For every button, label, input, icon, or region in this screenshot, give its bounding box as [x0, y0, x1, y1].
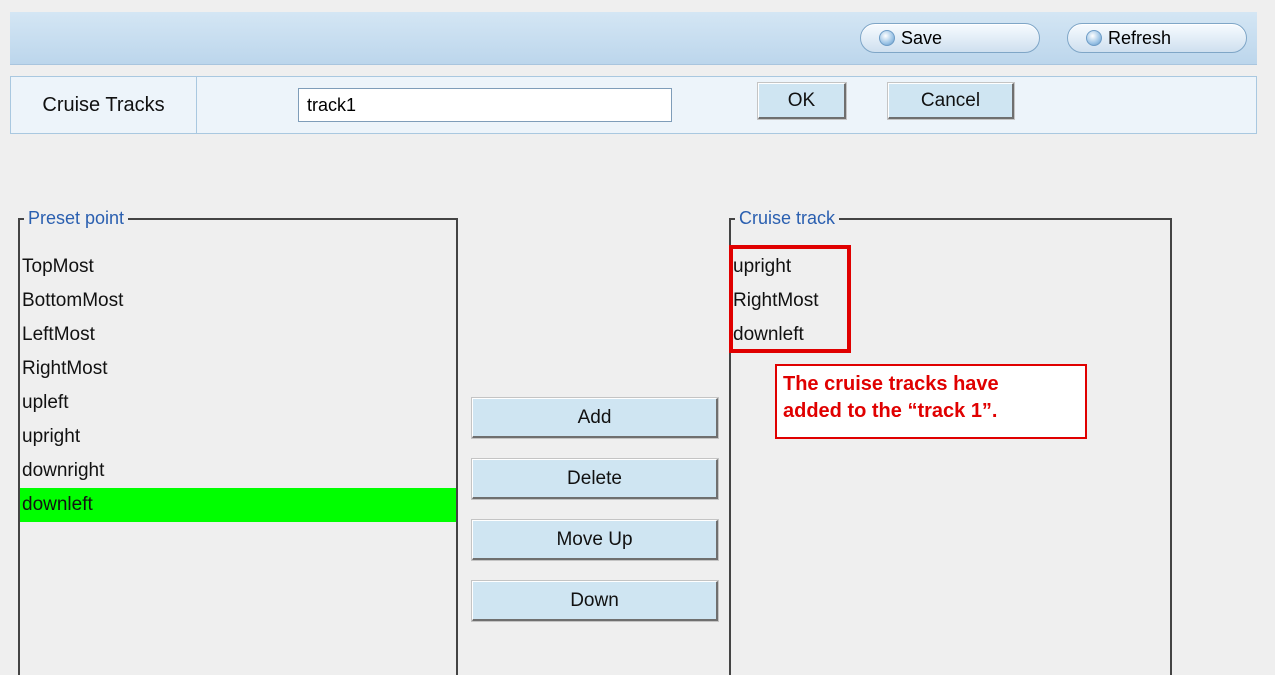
preset-point-panel: Preset point TopMost BottomMost LeftMost… — [18, 208, 458, 675]
annotation-callout: The cruise tracks have added to the “tra… — [775, 364, 1087, 439]
track-name-input[interactable] — [298, 88, 672, 122]
delete-button[interactable]: Delete — [471, 458, 719, 500]
annotation-line-2: added to the “track 1”. — [783, 400, 998, 422]
preset-item-rightmost[interactable]: RightMost — [20, 352, 456, 386]
refresh-button-label: Refresh — [1108, 27, 1172, 48]
cancel-button[interactable]: Cancel — [887, 82, 1015, 120]
preset-item-topmost[interactable]: TopMost — [20, 250, 456, 284]
move-up-button[interactable]: Move Up — [471, 519, 719, 561]
preset-point-legend: Preset point — [24, 208, 129, 228]
preset-item-downleft-selected[interactable]: downleft — [20, 488, 456, 522]
cruise-tracks-row: Cruise Tracks OK Cancel — [10, 76, 1257, 134]
preset-item-downright[interactable]: downright — [20, 454, 456, 488]
preset-point-list[interactable]: TopMost BottomMost LeftMost RightMost up… — [20, 250, 456, 522]
refresh-circle-icon — [1086, 30, 1102, 46]
save-button-label: Save — [901, 27, 943, 48]
refresh-button[interactable]: Refresh — [1067, 23, 1247, 53]
preset-item-upright[interactable]: upright — [20, 420, 456, 454]
cruise-items-highlight — [729, 245, 851, 353]
add-button[interactable]: Add — [471, 397, 719, 439]
top-toolbar: Save Refresh — [10, 12, 1257, 65]
save-circle-icon — [879, 30, 895, 46]
annotation-line-1: The cruise tracks have — [783, 373, 999, 395]
save-button[interactable]: Save — [860, 23, 1040, 53]
cruise-track-legend: Cruise track — [735, 208, 840, 228]
preset-item-upleft[interactable]: upleft — [20, 386, 456, 420]
cruise-tracks-label: Cruise Tracks — [11, 77, 197, 133]
move-down-button[interactable]: Down — [471, 580, 719, 622]
ok-button[interactable]: OK — [757, 82, 847, 120]
preset-item-leftmost[interactable]: LeftMost — [20, 318, 456, 352]
preset-item-bottommost[interactable]: BottomMost — [20, 284, 456, 318]
